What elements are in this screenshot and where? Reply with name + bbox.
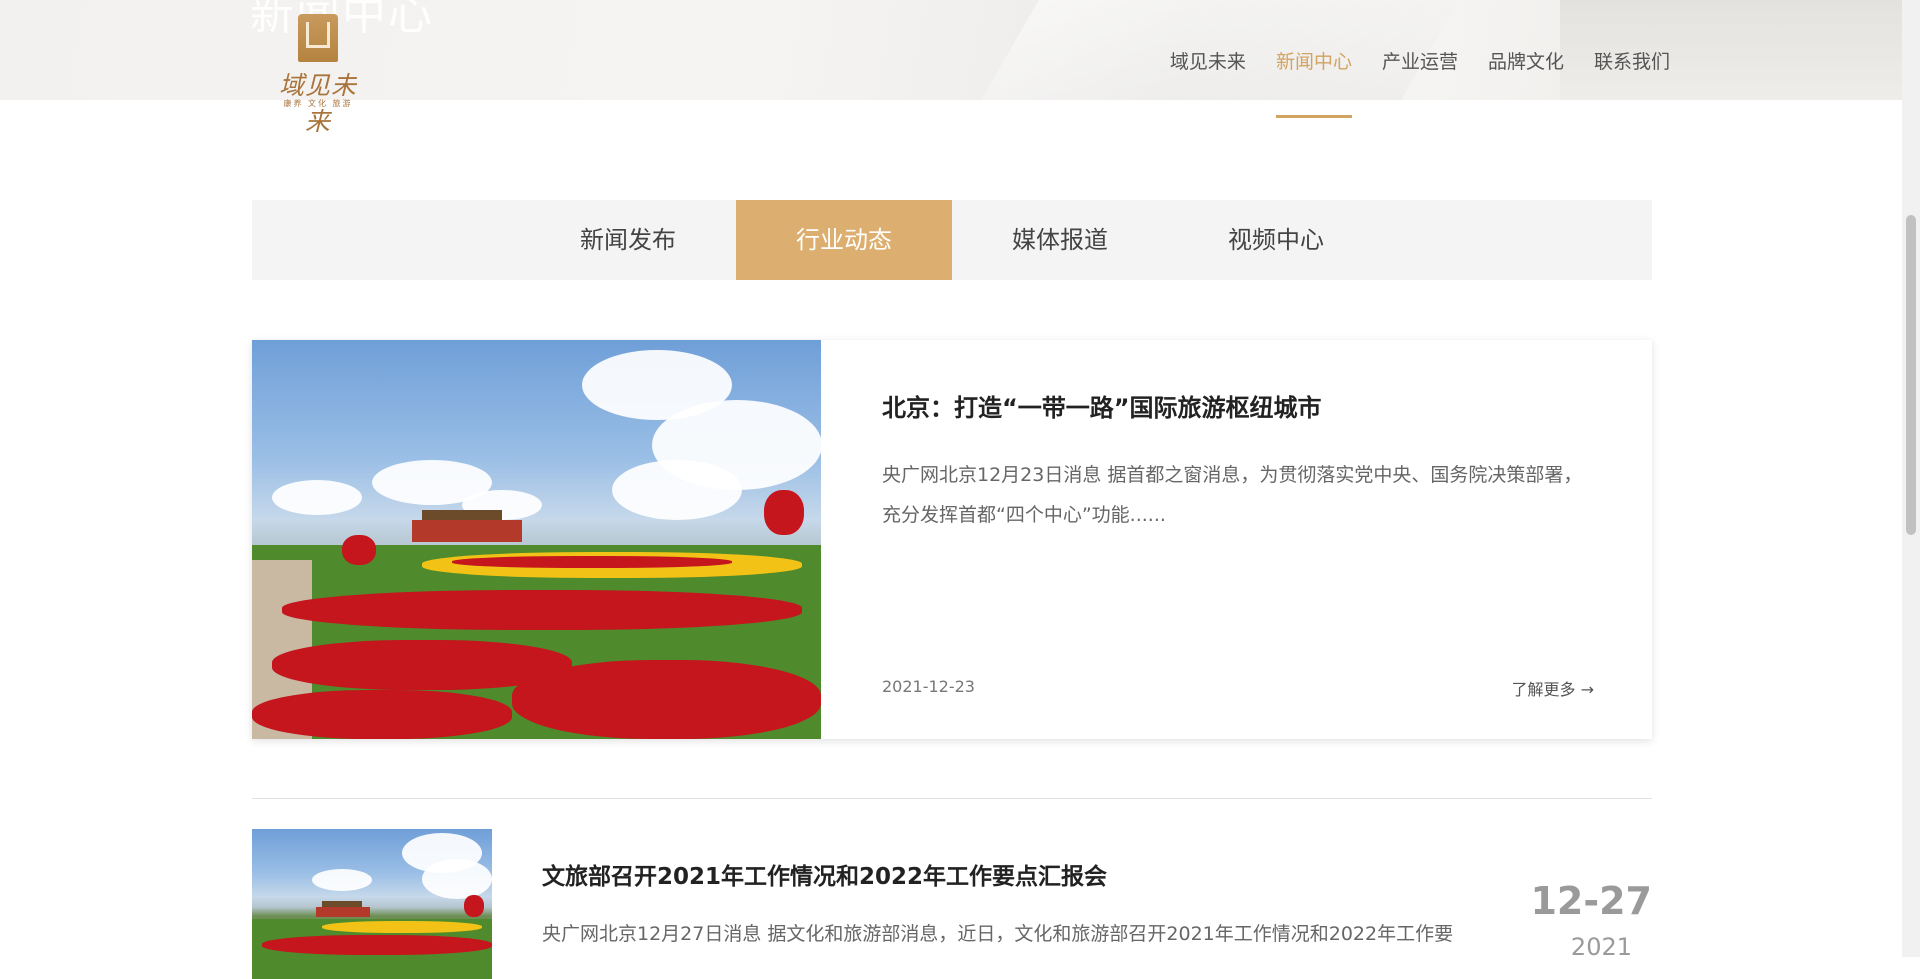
nav-active-underline: [1275, 115, 1352, 118]
scrollbar-thumb[interactable]: [1906, 215, 1916, 535]
featured-news-summary: 央广网北京12月23日消息 据首都之窗消息，为贯彻落实党中央、国务院决策部署，充…: [882, 464, 1583, 526]
nav-item-label: 品牌文化: [1487, 51, 1564, 73]
nav-item-label: 联系我们: [1593, 51, 1670, 73]
tab-industry-trends[interactable]: 行业动态: [736, 200, 952, 280]
nav-item-yujian[interactable]: 域见未来: [1170, 47, 1246, 120]
logo-emblem-icon: [298, 14, 338, 62]
featured-news-image[interactable]: [252, 340, 821, 739]
tab-media-reports[interactable]: 媒体报道: [952, 200, 1168, 280]
read-more-link[interactable]: 了解更多 →: [1512, 676, 1595, 700]
section-divider: [252, 798, 1652, 799]
nav-item-label: 新闻中心: [1275, 51, 1352, 73]
news-list-item[interactable]: 文旅部召开2021年工作情况和2022年工作要点汇报会 央广网北京12月27日消…: [252, 829, 1652, 979]
news-list-item-day: 12-27: [1530, 879, 1652, 923]
site-logo[interactable]: 域见未来 康养 文化 旅游: [272, 8, 364, 136]
nav-item-news[interactable]: 新闻中心: [1275, 47, 1352, 120]
nav-item-label: 产业运营: [1381, 51, 1458, 73]
news-list-item-title[interactable]: 文旅部召开2021年工作情况和2022年工作要点汇报会: [542, 857, 1107, 891]
logo-tagline: 康养 文化 旅游: [283, 99, 353, 108]
nav-item-label: 域见未来: [1169, 51, 1246, 73]
news-category-tabs: 新闻发布 行业动态 媒体报道 视频中心: [252, 200, 1652, 280]
page-scrollbar[interactable]: [1902, 0, 1920, 957]
featured-news-card[interactable]: 北京：打造“一带一路”国际旅游枢纽城市 央广网北京12月23日消息 据首都之窗消…: [252, 340, 1652, 739]
main-nav: 域见未来 新闻中心 产业运营 品牌文化 联系我们: [1140, 47, 1670, 120]
nav-item-contact[interactable]: 联系我们: [1594, 47, 1670, 120]
featured-news-date: 2021-12-23: [882, 677, 975, 696]
tab-video-center[interactable]: 视频中心: [1168, 200, 1384, 280]
news-list-item-summary: 央广网北京12月27日消息 据文化和旅游部消息，近日，文化和旅游部召开2021年…: [542, 923, 1454, 945]
tab-news-release[interactable]: 新闻发布: [520, 200, 736, 280]
featured-news-title[interactable]: 北京：打造“一带一路”国际旅游枢纽城市: [882, 388, 1322, 423]
nav-item-industry[interactable]: 产业运营: [1382, 47, 1458, 120]
nav-item-brand[interactable]: 品牌文化: [1488, 47, 1564, 120]
